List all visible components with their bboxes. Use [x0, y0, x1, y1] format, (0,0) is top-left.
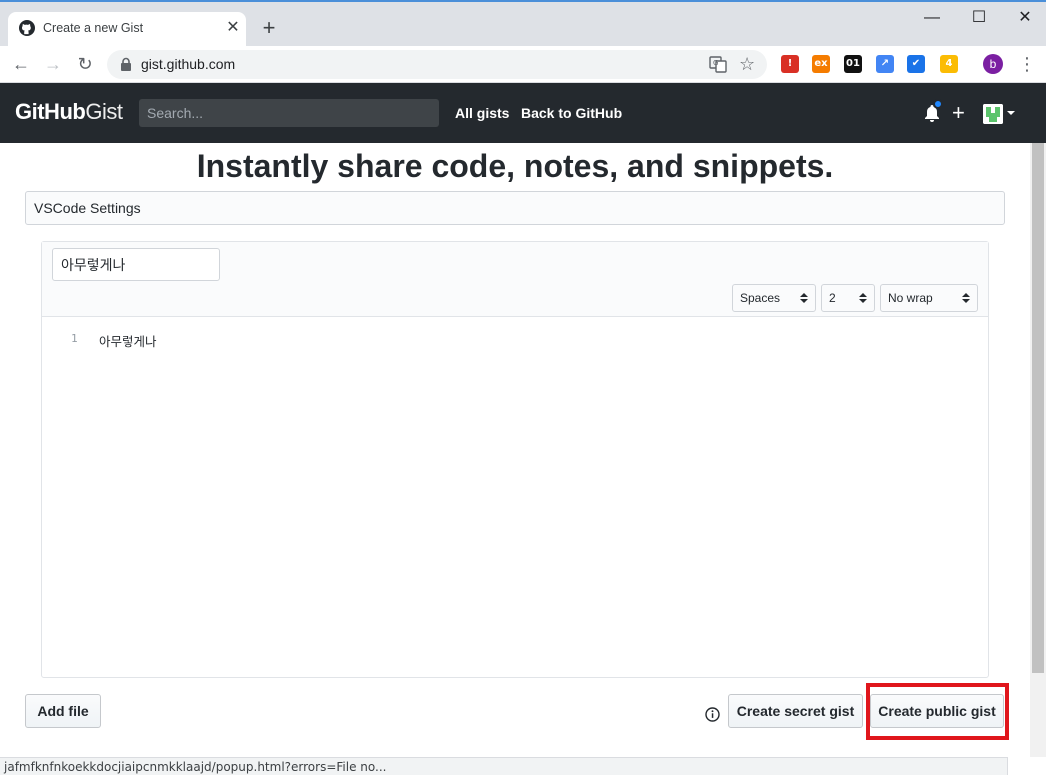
gist-file-editor: Spaces 2 No wrap 1 아무렇게나	[41, 241, 989, 678]
gist-header: GitHubGist All gists Back to GitHub +	[0, 83, 1046, 143]
tab-title: Create a new Gist	[43, 21, 144, 35]
code-line-text[interactable]: 아무렇게나	[99, 331, 157, 350]
gist-description-input[interactable]	[25, 191, 1005, 225]
code-line[interactable]: 1 아무렇게나	[42, 330, 988, 350]
forward-arrow-icon[interactable]: →	[42, 53, 64, 75]
browser-menu-icon[interactable]: ⋮	[1018, 53, 1036, 75]
select-arrows-icon	[800, 293, 808, 303]
ext-01-icon[interactable]: 01	[844, 55, 862, 73]
page-title: Instantly share code, notes, and snippet…	[196, 148, 834, 184]
translate-icon[interactable]: G	[709, 55, 727, 73]
profile-avatar[interactable]: b	[983, 54, 1003, 74]
select-arrows-icon	[962, 293, 970, 303]
browser-tab[interactable]: Create a new Gist ✕	[8, 12, 246, 46]
minimize-button[interactable]: —	[909, 8, 955, 28]
search-input[interactable]	[139, 99, 439, 127]
new-tab-button[interactable]: +	[258, 17, 280, 39]
logo-gist-text: Gist	[85, 99, 123, 124]
logo-github-text: GitHub	[15, 99, 86, 124]
browser-status-bar: jafmfknfnkoekkdocjiaipcnmkklaajd/popup.h…	[0, 757, 1008, 775]
adblock-icon[interactable]: !	[781, 55, 799, 73]
url-text: gist.github.com	[141, 56, 236, 72]
indent-mode-select[interactable]: Spaces	[732, 284, 816, 312]
indent-mode-value: Spaces	[740, 291, 781, 305]
github-gist-logo[interactable]: GitHubGist	[15, 99, 123, 125]
ext-orange-icon[interactable]: ex	[812, 55, 830, 73]
user-menu-caret-icon[interactable]	[1007, 111, 1015, 115]
bookmark-star-icon[interactable]: ☆	[739, 54, 755, 74]
browser-tab-bar: Create a new Gist ✕ + — ☐ ✕	[0, 0, 1046, 46]
select-arrows-icon	[859, 293, 867, 303]
address-bar[interactable]: gist.github.com G ☆	[107, 50, 767, 79]
wrap-mode-value: No wrap	[888, 291, 933, 305]
add-file-button[interactable]: Add file	[25, 694, 101, 728]
back-to-github-link[interactable]: Back to GitHub	[521, 105, 622, 121]
svg-text:G: G	[713, 59, 718, 67]
tab-bar-accent	[0, 0, 1046, 2]
file-editor-header: Spaces 2 No wrap	[42, 242, 988, 317]
scrollbar-thumb[interactable]	[1032, 143, 1044, 673]
github-favicon-icon	[19, 20, 35, 36]
line-number: 1	[71, 332, 78, 345]
user-avatar[interactable]	[983, 104, 1003, 124]
indent-size-select[interactable]: 2	[821, 284, 875, 312]
page-scrollbar[interactable]	[1030, 143, 1046, 757]
reload-icon[interactable]: ↻	[74, 53, 96, 75]
create-secret-gist-button[interactable]: Create secret gist	[728, 694, 863, 728]
tab-close-icon[interactable]: ✕	[224, 17, 242, 39]
notification-dot	[933, 99, 943, 109]
window-close-button[interactable]: ✕	[1002, 8, 1046, 28]
maximize-button[interactable]: ☐	[956, 8, 1002, 28]
ext-chart-icon[interactable]: ↗	[876, 55, 894, 73]
highlight-annotation-box	[866, 683, 1009, 740]
browser-toolbar: ← → ↻ gist.github.com G ☆ ! ex 01 ↗ ✔ 4 b ⋮	[0, 46, 1046, 83]
all-gists-link[interactable]: All gists	[455, 105, 509, 121]
indent-size-value: 2	[829, 291, 836, 305]
back-arrow-icon[interactable]: ←	[10, 53, 32, 75]
create-new-icon[interactable]: +	[952, 101, 965, 125]
info-icon[interactable]	[705, 707, 720, 722]
wrap-mode-select[interactable]: No wrap	[880, 284, 978, 312]
identicon-icon	[983, 104, 1003, 124]
ext-bulb-icon[interactable]: 4	[940, 55, 958, 73]
lock-icon	[121, 57, 131, 71]
ext-check-icon[interactable]: ✔	[907, 55, 925, 73]
filename-input[interactable]	[52, 248, 220, 281]
